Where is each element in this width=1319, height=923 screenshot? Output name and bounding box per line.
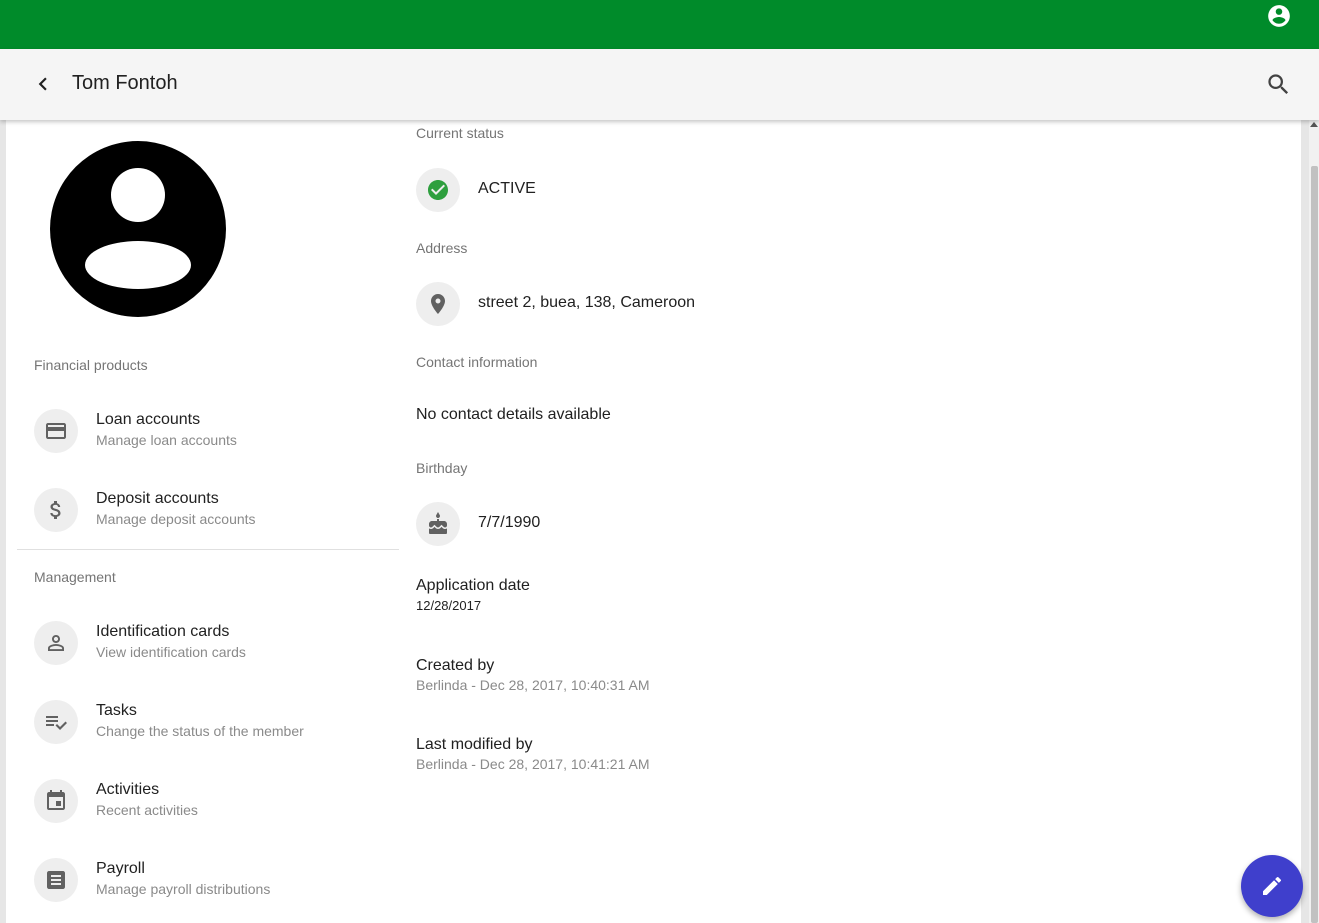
account-circle-icon bbox=[50, 141, 226, 317]
dollar-icon bbox=[50, 501, 61, 519]
page-title: Tom Fontoh bbox=[72, 72, 178, 94]
edit-member-button[interactable] bbox=[1241, 855, 1303, 917]
sidebar-item-sublabel: Change the status of the member bbox=[96, 723, 304, 739]
last-modified-by-label: Last modified by bbox=[416, 736, 533, 753]
sidebar-item-sublabel: Manage deposit accounts bbox=[96, 511, 256, 527]
credit-card-icon bbox=[46, 423, 66, 439]
last-modified-by-value: Berlinda - Dec 28, 2017, 10:41:21 AM bbox=[416, 756, 650, 772]
created-by-label: Created by bbox=[416, 657, 495, 674]
sidebar-item-sublabel: View identification cards bbox=[96, 644, 246, 660]
person-icon bbox=[48, 635, 64, 651]
status-value: ACTIVE bbox=[478, 180, 536, 197]
address-value: street 2, buea, 138, Cameroon bbox=[478, 294, 696, 311]
birthday-label: Birthday bbox=[416, 460, 468, 476]
scrollbar-thumb[interactable] bbox=[1311, 166, 1318, 923]
search-button[interactable] bbox=[1265, 71, 1292, 98]
sidebar-item-label: Payroll bbox=[96, 860, 145, 877]
sidebar-item-loan-accounts[interactable]: Loan accounts Manage loan accounts bbox=[34, 409, 394, 455]
search-icon bbox=[1268, 74, 1289, 95]
account-icon[interactable] bbox=[1266, 3, 1292, 29]
sidebar-item-label: Activities bbox=[96, 781, 160, 798]
birthday-value: 7/7/1990 bbox=[478, 514, 541, 531]
top-app-bar bbox=[0, 0, 1319, 49]
address-label: Address bbox=[416, 240, 468, 256]
sidebar-item-label: Tasks bbox=[96, 702, 137, 719]
application-date-value: 12/28/2017 bbox=[416, 598, 482, 613]
back-button[interactable] bbox=[30, 71, 56, 97]
sidebar-item-deposit-accounts[interactable]: Deposit accounts Manage deposit accounts bbox=[34, 488, 394, 534]
sidebar-item-label: Loan accounts bbox=[96, 411, 201, 428]
member-avatar bbox=[49, 140, 227, 318]
sidebar-item-sublabel: Recent activities bbox=[96, 802, 198, 818]
page-header: Tom Fontoh bbox=[0, 49, 1319, 120]
sidebar-item-label: Deposit accounts bbox=[96, 490, 219, 507]
pencil-icon bbox=[1263, 876, 1282, 895]
playlist-check-icon bbox=[46, 716, 67, 730]
financial-products-label: Financial products bbox=[34, 357, 148, 373]
sidebar-item-label: Identification cards bbox=[96, 623, 230, 640]
sidebar-item-tasks[interactable]: Tasks Change the status of the member bbox=[34, 700, 394, 746]
contact-information-value: No contact details available bbox=[416, 406, 611, 423]
chevron-left-icon bbox=[38, 77, 47, 91]
created-by-value: Berlinda - Dec 28, 2017, 10:40:31 AM bbox=[416, 677, 650, 693]
current-status-label: Current status bbox=[416, 125, 504, 141]
application-date-label: Application date bbox=[416, 577, 530, 594]
receipt-icon bbox=[47, 871, 65, 889]
calendar-icon bbox=[47, 790, 65, 810]
place-icon bbox=[431, 294, 445, 314]
sidebar-divider bbox=[17, 549, 399, 550]
sidebar-item-sublabel: Manage loan accounts bbox=[96, 432, 237, 448]
sidebar-item-identification-cards[interactable]: Identification cards View identification… bbox=[34, 621, 394, 667]
check-circle-icon bbox=[428, 180, 448, 200]
management-label: Management bbox=[34, 569, 116, 585]
cake-icon bbox=[429, 512, 447, 534]
sidebar-item-activities[interactable]: Activities Recent activities bbox=[34, 779, 394, 825]
contact-information-label: Contact information bbox=[416, 354, 538, 370]
scroll-up-arrow[interactable] bbox=[1310, 122, 1318, 127]
sidebar-item-payroll[interactable]: Payroll Manage payroll distributions bbox=[34, 858, 394, 904]
sidebar-item-sublabel: Manage payroll distributions bbox=[96, 881, 271, 897]
